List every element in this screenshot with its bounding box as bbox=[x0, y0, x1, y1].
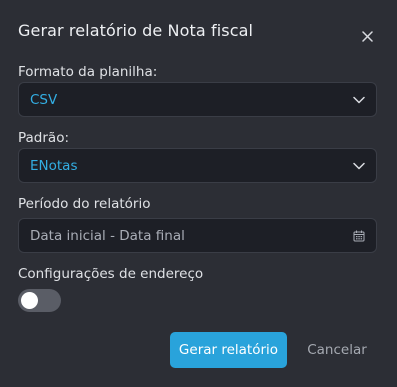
chevron-down-icon bbox=[353, 162, 365, 169]
format-label: Formato da planilha: bbox=[18, 64, 158, 80]
chevron-down-icon bbox=[353, 96, 365, 103]
standard-select-value: ENotas bbox=[30, 157, 78, 174]
cancel-button[interactable]: Cancelar bbox=[300, 332, 374, 368]
generate-report-button[interactable]: Gerar relatório bbox=[170, 332, 287, 368]
dialog-title: Gerar relatório de Nota fiscal bbox=[18, 21, 254, 40]
standard-label: Padrão: bbox=[18, 130, 70, 146]
address-config-toggle[interactable] bbox=[18, 289, 61, 312]
close-button[interactable] bbox=[358, 27, 376, 45]
date-range-placeholder: Data inicial - Data final bbox=[30, 227, 185, 244]
toggle-knob bbox=[21, 292, 38, 309]
format-select[interactable]: CSV bbox=[18, 82, 377, 117]
date-range-input[interactable]: Data inicial - Data final bbox=[18, 218, 377, 253]
period-label: Período do relatório bbox=[18, 196, 151, 212]
address-config-label: Configurações de endereço bbox=[18, 266, 204, 282]
calendar-icon[interactable] bbox=[353, 230, 365, 242]
format-select-value: CSV bbox=[30, 91, 58, 108]
standard-select[interactable]: ENotas bbox=[18, 148, 377, 183]
close-icon bbox=[361, 30, 373, 42]
report-dialog: Gerar relatório de Nota fiscal Formato d… bbox=[0, 0, 397, 387]
